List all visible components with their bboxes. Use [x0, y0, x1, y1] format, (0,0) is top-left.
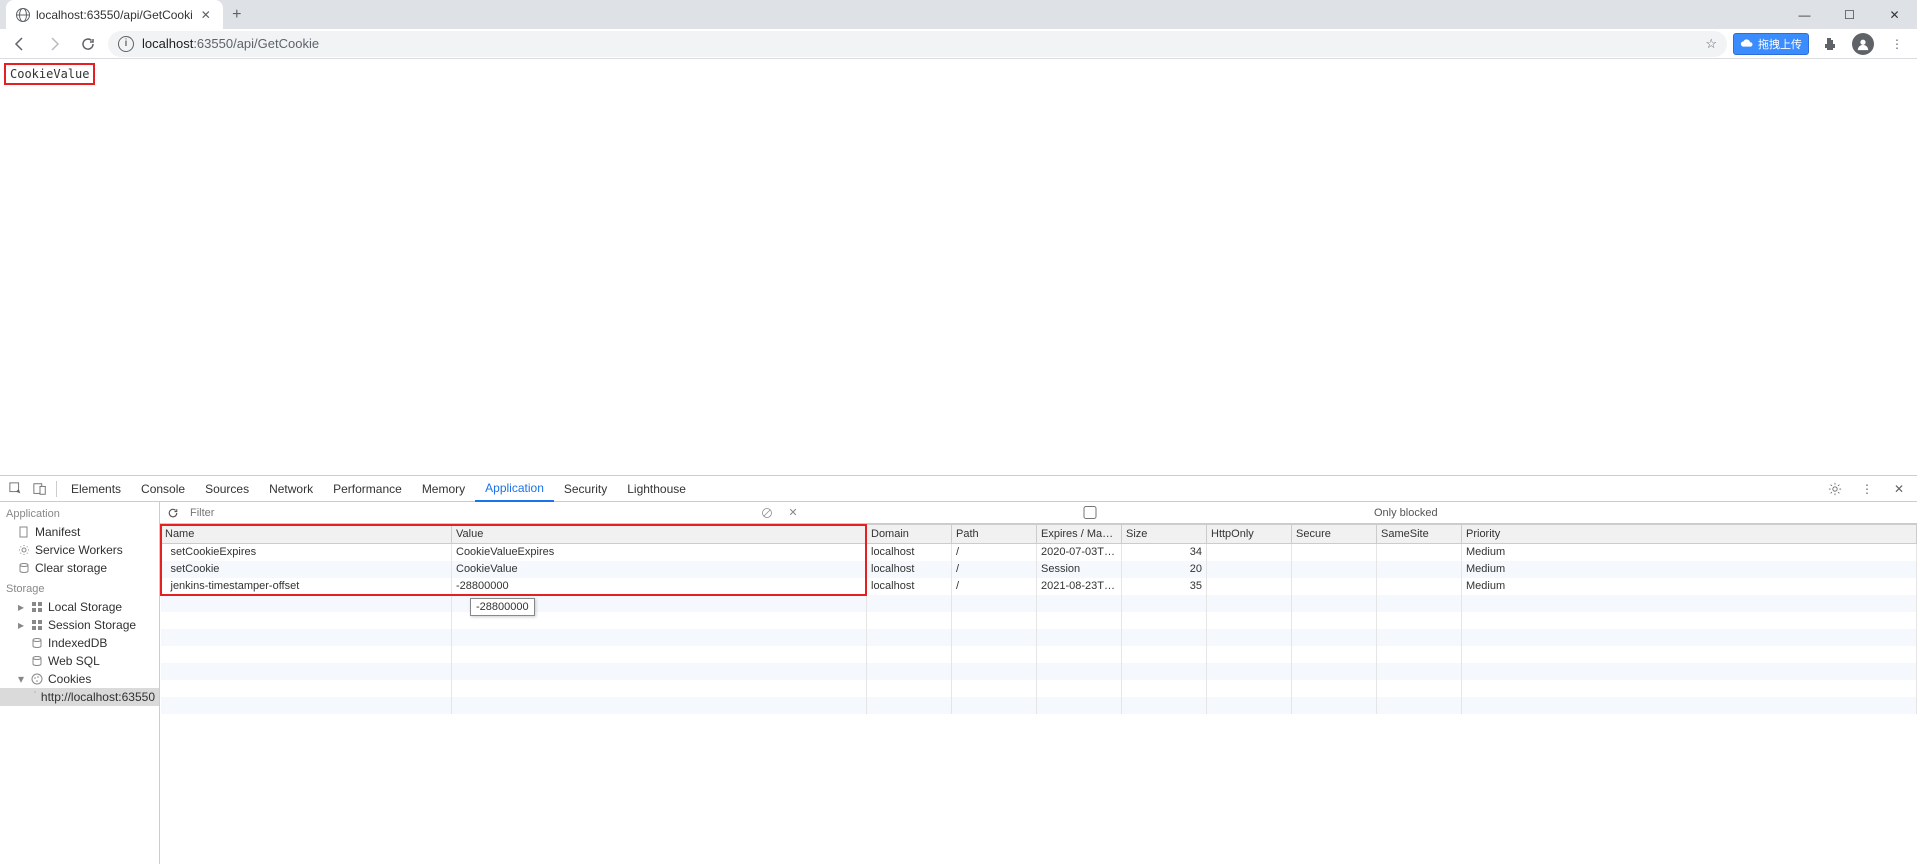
chevron-down-icon: ▾: [18, 672, 26, 686]
extensions-icon[interactable]: [1815, 30, 1843, 58]
table-row[interactable]: [161, 612, 1917, 629]
close-window-button[interactable]: ✕: [1872, 0, 1917, 29]
table-row[interactable]: setCookieExpires CookieValueExpires loca…: [161, 544, 1917, 561]
devtools-tab-bar: Elements Console Sources Network Perform…: [0, 476, 1917, 502]
col-priority[interactable]: Priority: [1462, 525, 1917, 544]
refresh-icon[interactable]: [164, 504, 182, 522]
col-httponly[interactable]: HttpOnly: [1207, 525, 1292, 544]
sidebar-item-cookies[interactable]: ▾ Cookies: [0, 670, 159, 688]
col-size[interactable]: Size: [1122, 525, 1207, 544]
url-text: localhost:63550/api/GetCookie: [142, 36, 319, 51]
gear-icon: [18, 544, 30, 556]
col-name[interactable]: Name: [161, 525, 452, 544]
site-info-icon[interactable]: i: [118, 36, 134, 52]
sidebar-group-application: Application: [0, 502, 159, 523]
new-tab-button[interactable]: +: [223, 1, 251, 29]
maximize-button[interactable]: ☐: [1827, 0, 1872, 29]
sidebar-item-clear-storage[interactable]: Clear storage: [0, 559, 159, 577]
only-blocked-checkbox[interactable]: Only blocked: [810, 506, 1438, 519]
globe-icon: [16, 8, 30, 22]
delete-icon[interactable]: ✕: [784, 504, 802, 522]
grid-icon: [31, 601, 43, 613]
reload-button[interactable]: [74, 30, 102, 58]
cookie-icon: [31, 673, 43, 685]
upload-extension-badge[interactable]: 拖拽上传: [1733, 33, 1809, 55]
cookies-table: Name Value Domain Path Expires / Max-A..…: [160, 524, 1917, 864]
filter-input[interactable]: [190, 507, 750, 519]
profile-button[interactable]: [1849, 30, 1877, 58]
window-titlebar: localhost:63550/api/GetCooki ✕ + — ☐ ✕: [0, 0, 1917, 29]
table-row[interactable]: [161, 663, 1917, 680]
sidebar-item-cookie-origin[interactable]: http://localhost:63550: [0, 688, 159, 706]
tab-console[interactable]: Console: [131, 476, 195, 502]
browser-toolbar: i localhost:63550/api/GetCookie ☆ 拖拽上传 ⋮: [0, 29, 1917, 59]
devtools-close-icon[interactable]: ✕: [1885, 475, 1913, 503]
sidebar-item-websql[interactable]: Web SQL: [0, 652, 159, 670]
col-value[interactable]: Value: [452, 525, 867, 544]
col-samesite[interactable]: SameSite: [1377, 525, 1462, 544]
col-secure[interactable]: Secure: [1292, 525, 1377, 544]
tab-memory[interactable]: Memory: [412, 476, 475, 502]
table-row[interactable]: jenkins-timestamper-offset -28800000 loc…: [161, 578, 1917, 595]
table-row[interactable]: [161, 697, 1917, 714]
forward-button[interactable]: [40, 30, 68, 58]
response-text: CookieValue: [4, 63, 95, 85]
application-sidebar: Application Manifest Service Workers Cle…: [0, 502, 160, 864]
tab-close-icon[interactable]: ✕: [199, 8, 213, 22]
table-row[interactable]: [161, 680, 1917, 697]
browser-tab[interactable]: localhost:63550/api/GetCooki ✕: [6, 0, 223, 29]
database-icon: [18, 562, 30, 574]
inspect-element-icon[interactable]: [4, 477, 28, 501]
page-content: CookieValue: [0, 59, 1917, 475]
cloud-icon: [1740, 37, 1754, 51]
tab-sources[interactable]: Sources: [195, 476, 259, 502]
window-controls: — ☐ ✕: [1782, 0, 1917, 29]
value-tooltip: -28800000: [470, 598, 535, 616]
menu-button[interactable]: ⋮: [1883, 30, 1911, 58]
sidebar-group-storage: Storage: [0, 577, 159, 598]
table-row[interactable]: setCookie CookieValue localhost / Sessio…: [161, 561, 1917, 578]
avatar-icon: [1852, 33, 1874, 55]
col-expires[interactable]: Expires / Max-A...: [1037, 525, 1122, 544]
tab-performance[interactable]: Performance: [323, 476, 412, 502]
bookmark-icon[interactable]: ☆: [1705, 36, 1717, 52]
devtools-more-icon[interactable]: ⋮: [1853, 475, 1881, 503]
sidebar-item-indexeddb[interactable]: IndexedDB: [0, 634, 159, 652]
tab-lighthouse[interactable]: Lighthouse: [617, 476, 696, 502]
tab-title: localhost:63550/api/GetCooki: [36, 8, 193, 22]
sidebar-item-service-workers[interactable]: Service Workers: [0, 541, 159, 559]
col-path[interactable]: Path: [952, 525, 1037, 544]
tab-elements[interactable]: Elements: [61, 476, 131, 502]
tab-application[interactable]: Application: [475, 476, 554, 502]
grid-icon: [31, 619, 43, 631]
back-button[interactable]: [6, 30, 34, 58]
table-row[interactable]: [161, 629, 1917, 646]
minimize-button[interactable]: —: [1782, 0, 1827, 29]
device-toolbar-icon[interactable]: [28, 477, 52, 501]
table-row[interactable]: [161, 595, 1917, 612]
chevron-right-icon: ▸: [18, 600, 26, 614]
address-bar[interactable]: i localhost:63550/api/GetCookie ☆: [108, 31, 1727, 57]
devtools-panel: Elements Console Sources Network Perform…: [0, 475, 1917, 864]
col-domain[interactable]: Domain: [867, 525, 952, 544]
chevron-right-icon: ▸: [18, 618, 26, 632]
sidebar-item-local-storage[interactable]: ▸ Local Storage: [0, 598, 159, 616]
tab-security[interactable]: Security: [554, 476, 617, 502]
tab-network[interactable]: Network: [259, 476, 323, 502]
database-icon: [31, 655, 43, 667]
clear-all-icon[interactable]: [758, 504, 776, 522]
separator: [56, 481, 57, 497]
sidebar-item-session-storage[interactable]: ▸ Session Storage: [0, 616, 159, 634]
devtools-settings-icon[interactable]: [1821, 475, 1849, 503]
cookies-toolbar: ✕ Only blocked: [160, 502, 1917, 524]
table-header-row: Name Value Domain Path Expires / Max-A..…: [161, 525, 1917, 544]
sidebar-item-manifest[interactable]: Manifest: [0, 523, 159, 541]
table-row[interactable]: [161, 646, 1917, 663]
cookie-icon: [34, 691, 36, 703]
document-icon: [18, 526, 30, 538]
database-icon: [31, 637, 43, 649]
